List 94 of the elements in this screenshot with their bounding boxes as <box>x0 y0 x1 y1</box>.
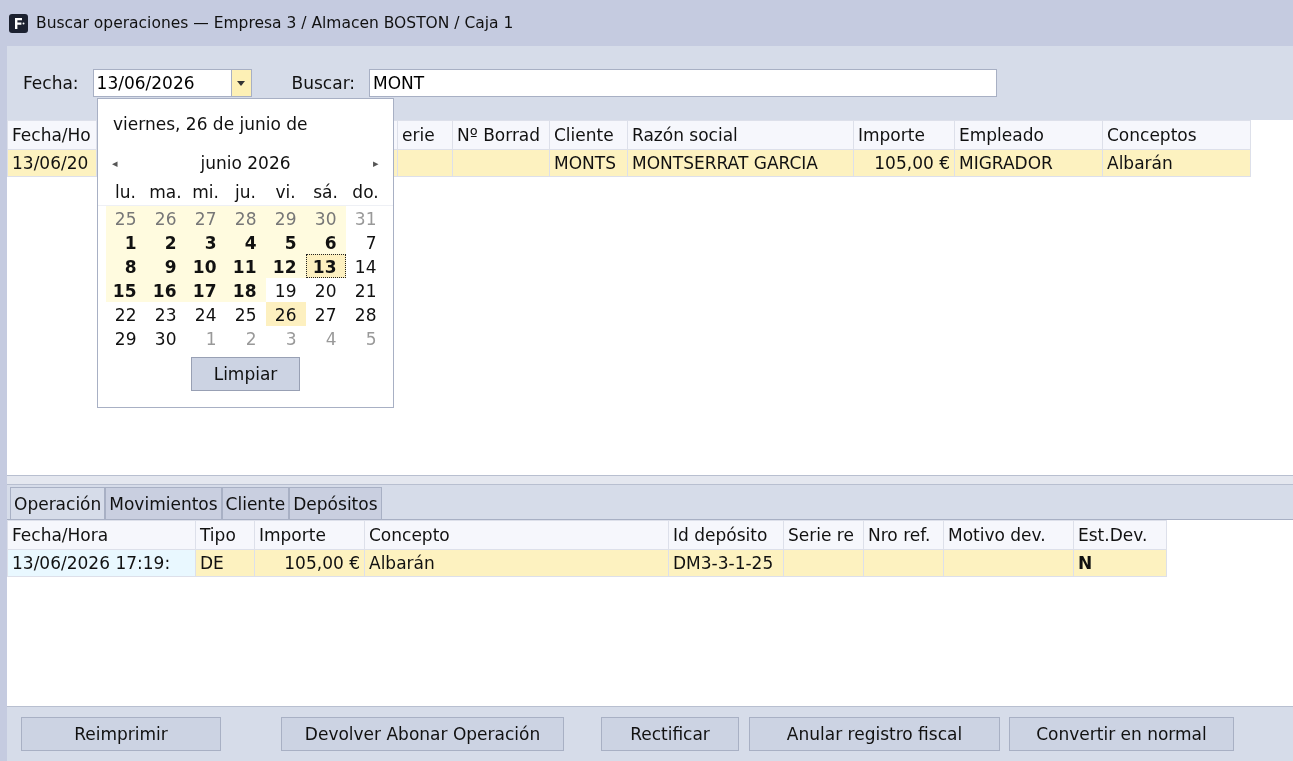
column-header[interactable]: Importe <box>254 520 365 550</box>
month-label: junio 2026 <box>200 153 291 173</box>
previous-month-button[interactable]: ◂ <box>112 156 118 170</box>
table-cell: 105,00 € <box>254 549 365 577</box>
column-header[interactable]: Est.Dev. <box>1073 520 1167 550</box>
calendar-day[interactable]: 29 <box>265 206 306 230</box>
calendar-day[interactable]: 14 <box>345 254 386 278</box>
table-cell: 105,00 € <box>853 149 955 177</box>
calendar-day[interactable]: 1 <box>105 230 146 254</box>
calendar-day[interactable]: 9 <box>145 254 186 278</box>
calendar-day[interactable]: 16 <box>145 278 186 302</box>
calendar-day[interactable]: 23 <box>145 302 186 326</box>
column-header[interactable]: Empleado <box>954 120 1103 150</box>
calendar-day[interactable]: 22 <box>105 302 146 326</box>
column-header[interactable]: Conceptos <box>1102 120 1251 150</box>
table-cell: MONTSERRAT GARCIA <box>627 149 854 177</box>
clear-button[interactable]: Limpiar <box>191 357 300 391</box>
calendar-day[interactable]: 3 <box>185 230 226 254</box>
column-header[interactable]: Fecha/Ho <box>7 120 97 150</box>
calendar-day[interactable]: 25 <box>225 302 266 326</box>
tab[interactable]: Operación <box>10 487 106 519</box>
calendar-day[interactable]: 11 <box>225 254 266 278</box>
calendar-day[interactable]: 10 <box>185 254 226 278</box>
action-button[interactable]: Convertir en normal <box>1009 717 1234 751</box>
window-title: Buscar operaciones — Empresa 3 / Almacen BOSTON / Caja 1 <box>36 14 514 32</box>
action-button[interactable]: Rectificar <box>601 717 739 751</box>
column-header[interactable]: erie <box>397 120 453 150</box>
calendar-day[interactable]: 19 <box>265 278 306 302</box>
calendar-day[interactable]: 13 <box>305 254 346 278</box>
action-button[interactable]: Anular registro fiscal <box>749 717 1000 751</box>
weekday-label: mi. <box>191 181 220 204</box>
weekday-label: lu. <box>114 181 137 204</box>
tab[interactable]: Cliente <box>221 487 290 519</box>
calendar-day[interactable]: 25 <box>105 206 146 230</box>
column-header[interactable]: Nº Borrad <box>452 120 550 150</box>
search-label: Buscar: <box>291 73 356 93</box>
calendar-day[interactable]: 30 <box>305 206 346 230</box>
dropdown-button[interactable] <box>230 69 252 97</box>
calendar-day[interactable]: 28 <box>345 302 386 326</box>
date-label: Fecha: <box>23 73 79 93</box>
column-header[interactable]: Serie re <box>783 520 864 550</box>
column-header[interactable]: Concepto <box>364 520 669 550</box>
splitter-handle[interactable] <box>7 475 1293 485</box>
calendar-day[interactable]: 20 <box>305 278 346 302</box>
calendar-day[interactable]: 18 <box>225 278 266 302</box>
column-header[interactable]: Tipo <box>195 520 255 550</box>
calendar-day[interactable]: 4 <box>225 230 266 254</box>
calendar-day[interactable]: 28 <box>225 206 266 230</box>
column-header[interactable]: Cliente <box>549 120 628 150</box>
column-header[interactable]: Importe <box>853 120 955 150</box>
date-field[interactable]: 13/06/2026 <box>92 69 231 97</box>
column-header[interactable]: Fecha/Hora <box>7 520 196 550</box>
table-cell: N <box>1073 549 1167 577</box>
calendar-day[interactable]: 7 <box>345 230 386 254</box>
calendar-day[interactable]: 17 <box>185 278 226 302</box>
weekday-label: vi. <box>274 181 297 204</box>
calendar-day[interactable]: 21 <box>345 278 386 302</box>
tab[interactable]: Depósitos <box>289 487 382 519</box>
calendar-day[interactable]: 24 <box>185 302 226 326</box>
weekday-label: sá. <box>312 181 339 204</box>
app-logo-icon <box>9 13 28 33</box>
calendar-date-header: viernes, 26 de junio de <box>112 113 309 136</box>
search-field[interactable]: MONT <box>369 69 998 97</box>
calendar-day[interactable]: 26 <box>145 206 186 230</box>
calendar-day[interactable]: 26 <box>265 302 306 326</box>
calendar-day[interactable]: 27 <box>185 206 226 230</box>
calendar-day[interactable]: 8 <box>105 254 146 278</box>
weekday-label: ma. <box>148 181 183 204</box>
table-cell: Albarán <box>364 549 669 577</box>
table-cell: MIGRADOR <box>954 149 1103 177</box>
column-header[interactable]: Nro ref. <box>863 520 944 550</box>
table-cell: DM3-3-1-25 <box>668 549 784 577</box>
next-month-button[interactable]: ▸ <box>373 156 379 170</box>
calendar-day[interactable]: 6 <box>305 230 346 254</box>
caret-icon <box>237 80 246 86</box>
action-button[interactable]: Devolver Abonar Operación <box>281 717 564 751</box>
table-cell: 13/06/2026 17:19: <box>7 549 196 577</box>
tab[interactable]: Movimientos <box>105 487 222 519</box>
table-cell: Albarán <box>1102 149 1251 177</box>
calendar-day[interactable]: 29 <box>105 326 146 350</box>
calendar-day[interactable]: 27 <box>305 302 346 326</box>
weekday-label: ju. <box>233 181 257 204</box>
calendar-day[interactable]: 15 <box>105 278 146 302</box>
calendar-day[interactable]: 12 <box>265 254 306 278</box>
column-header[interactable]: Razón social <box>627 120 854 150</box>
calendar-day[interactable]: 5 <box>265 230 306 254</box>
weekday-label: do. <box>351 181 380 204</box>
calendar-day[interactable]: 2 <box>145 230 186 254</box>
action-button[interactable]: Reimprimir <box>21 717 221 751</box>
calendar-day[interactable]: 30 <box>145 326 186 350</box>
table-cell: MONTS <box>549 149 628 177</box>
column-header[interactable]: Id depósito <box>668 520 784 550</box>
table-cell: 13/06/20 <box>7 149 97 177</box>
column-header[interactable]: Motivo dev. <box>943 520 1074 550</box>
